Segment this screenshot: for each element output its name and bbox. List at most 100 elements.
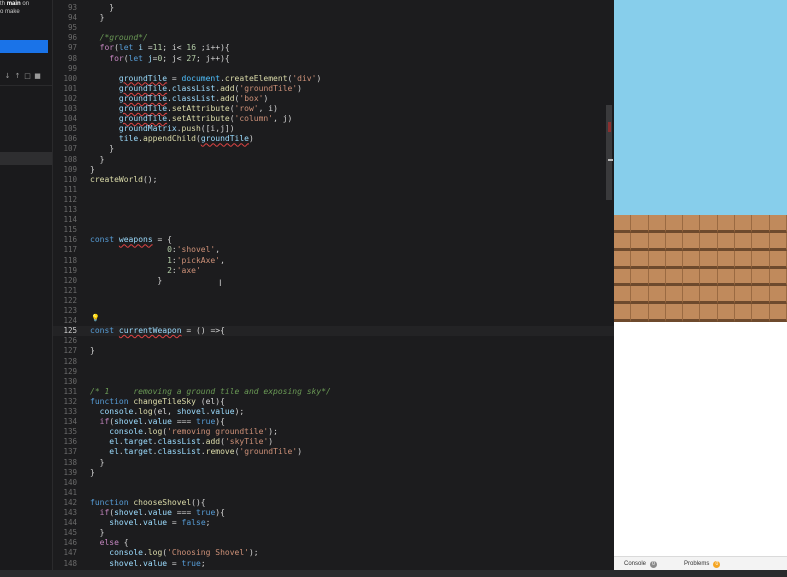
- ground-tile[interactable]: [648, 286, 666, 305]
- code-line[interactable]: 139}: [53, 468, 614, 478]
- ground-tile[interactable]: [665, 215, 684, 233]
- ground-tile[interactable]: [614, 232, 632, 251]
- code-line[interactable]: 108 }: [53, 155, 614, 165]
- ground-tile[interactable]: [769, 286, 787, 305]
- code-line[interactable]: 94 }: [53, 13, 614, 23]
- code-line[interactable]: 97 for(let i =11; i< 16 ;i++){: [53, 43, 614, 53]
- ground-tile[interactable]: [665, 286, 684, 305]
- ground-tile[interactable]: [752, 304, 770, 322]
- code-line[interactable]: 110 createWorld();: [53, 175, 614, 185]
- ground-tile[interactable]: [700, 215, 718, 233]
- ground-tile[interactable]: [683, 215, 701, 233]
- code-line[interactable]: 100 groundTile = document.createElement(…: [53, 74, 614, 84]
- code-line[interactable]: 103 groundTile.setAttribute('row', i): [53, 104, 614, 114]
- lightbulb-icon[interactable]: 💡: [91, 314, 100, 322]
- ground-tile[interactable]: [752, 215, 770, 233]
- ground-tile[interactable]: [700, 250, 718, 269]
- ground-tile[interactable]: [631, 268, 649, 287]
- code-line[interactable]: 99: [53, 64, 614, 74]
- problems-tab[interactable]: Problems 0: [684, 561, 721, 568]
- ground-tile[interactable]: [665, 268, 684, 287]
- ground-tile[interactable]: [683, 304, 701, 322]
- ground-tile[interactable]: [683, 250, 701, 269]
- code-line[interactable]: 95: [53, 23, 614, 33]
- ground-tile[interactable]: [752, 286, 770, 305]
- ground-tile[interactable]: [735, 232, 753, 251]
- ground-tile[interactable]: [717, 215, 736, 233]
- ground-tile[interactable]: [752, 250, 770, 269]
- code-line[interactable]: 116 const weapons = {: [53, 235, 614, 245]
- ground-tile[interactable]: [614, 215, 632, 233]
- ground-tile[interactable]: [769, 215, 787, 233]
- code-line[interactable]: 118 1:'pickAxe',: [53, 256, 614, 266]
- code-line[interactable]: 128: [53, 357, 614, 367]
- code-line[interactable]: 107 }: [53, 144, 614, 154]
- ground-tile[interactable]: [769, 250, 787, 269]
- ground-tile[interactable]: [769, 232, 787, 251]
- ground-tile[interactable]: [648, 304, 666, 322]
- ground-tile[interactable]: [735, 268, 753, 287]
- ground-tile[interactable]: [735, 215, 753, 233]
- ground-tile[interactable]: [631, 286, 649, 305]
- ground-tile[interactable]: [769, 304, 787, 322]
- code-line[interactable]: 132 function changeTileSky (el){: [53, 397, 614, 407]
- ground-tile[interactable]: [700, 268, 718, 287]
- ground-tile[interactable]: [614, 268, 632, 287]
- ground-tile[interactable]: [648, 268, 666, 287]
- code-line[interactable]: 137 el.target.classList.remove('groundTi…: [53, 447, 614, 457]
- code-line[interactable]: 106 tile.appendChild(groundTile): [53, 134, 614, 144]
- ground-tile[interactable]: [717, 304, 736, 322]
- code-line[interactable]: 131 /* 1 removing a ground tile and expos…: [53, 387, 614, 397]
- code-line[interactable]: 126: [53, 336, 614, 346]
- editor-scrollbar[interactable]: [606, 105, 612, 200]
- upload-icon[interactable]: ↑: [14, 72, 21, 80]
- ground-tile[interactable]: [631, 215, 649, 233]
- ground-tile[interactable]: [752, 232, 770, 251]
- code-line[interactable]: 111: [53, 185, 614, 195]
- ground-tile[interactable]: [700, 232, 718, 251]
- code-line[interactable]: 112: [53, 195, 614, 205]
- new-file-icon[interactable]: □: [24, 72, 31, 80]
- code-line[interactable]: 144 shovel.value = false;: [53, 518, 614, 528]
- code-line[interactable]: 124: [53, 316, 614, 326]
- code-line[interactable]: 136 el.target.classList.add('skyTile'): [53, 437, 614, 447]
- ground-tile[interactable]: [631, 232, 649, 251]
- code-line[interactable]: 125 const currentWeapon = () =>{: [53, 326, 614, 337]
- sidebar-selected-file[interactable]: [0, 152, 52, 165]
- code-line[interactable]: 104 groundTile.setAttribute('column', j): [53, 114, 614, 124]
- code-line[interactable]: 98 for(let j=0; j< 27; j++){: [53, 54, 614, 64]
- code-line[interactable]: 147 console.log('Choosing Shovel');: [53, 548, 614, 558]
- code-line[interactable]: 133 console.log(el, shovel.value);: [53, 407, 614, 417]
- new-folder-icon[interactable]: ■: [34, 72, 41, 80]
- code-editor[interactable]: 93 } 94 } 95 96 /*ground*/97 for(let i =11;…: [53, 0, 614, 570]
- ground-tile[interactable]: [700, 286, 718, 305]
- code-line[interactable]: 120 }: [53, 276, 614, 286]
- code-line[interactable]: 115: [53, 225, 614, 235]
- ground-tile[interactable]: [665, 232, 684, 251]
- ground-tile[interactable]: [614, 286, 632, 305]
- code-line[interactable]: 122: [53, 296, 614, 306]
- code-line[interactable]: 148 shovel.value = true;: [53, 559, 614, 569]
- ground-tile[interactable]: [735, 250, 753, 269]
- ground-tile[interactable]: [717, 232, 736, 251]
- ground-tile[interactable]: [648, 250, 666, 269]
- ground-tile[interactable]: [717, 286, 736, 305]
- code-line[interactable]: 105 groundMatrix.push([i,j]): [53, 124, 614, 134]
- console-tab[interactable]: Console 0: [624, 561, 658, 568]
- code-line[interactable]: 101 groundTile.classList.add('groundTile…: [53, 84, 614, 94]
- code-line[interactable]: 130: [53, 377, 614, 387]
- ground-tile[interactable]: [769, 268, 787, 287]
- code-line[interactable]: 134 if(shovel.value === true){: [53, 417, 614, 427]
- code-line[interactable]: 117 0:'shovel',: [53, 245, 614, 255]
- code-line[interactable]: 96 /*ground*/: [53, 33, 614, 43]
- ground-tile[interactable]: [614, 304, 632, 322]
- code-line[interactable]: 102 groundTile.classList.add('box'): [53, 94, 614, 104]
- code-line[interactable]: 119 2:'axe': [53, 266, 614, 276]
- ground-tile[interactable]: [683, 286, 701, 305]
- code-line[interactable]: 114: [53, 215, 614, 225]
- code-line[interactable]: 146 else {: [53, 538, 614, 548]
- ground-tile[interactable]: [614, 250, 632, 269]
- code-line[interactable]: 109}: [53, 165, 614, 175]
- ground-tile[interactable]: [735, 286, 753, 305]
- code-line[interactable]: 141: [53, 488, 614, 498]
